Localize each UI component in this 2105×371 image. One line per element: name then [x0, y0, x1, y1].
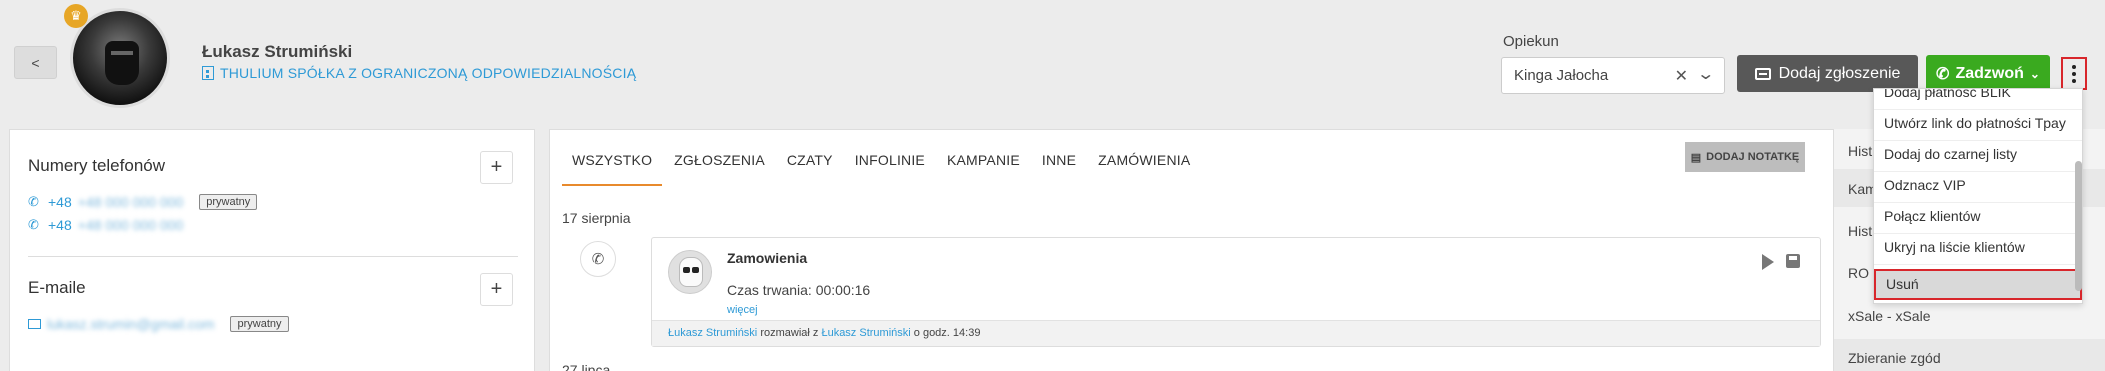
- add-phone-button[interactable]: +: [480, 151, 513, 184]
- phone-prefix: +48: [48, 217, 72, 233]
- phones-title: Numery telefonów: [28, 156, 166, 175]
- tab-other[interactable]: INNE: [1032, 152, 1086, 186]
- phone-prefix: +48: [48, 194, 72, 210]
- call-icon: ✆: [1936, 65, 1950, 83]
- email-address[interactable]: lukasz.strumin@gmail.com: [47, 316, 214, 332]
- side-item[interactable]: RO: [1848, 265, 1869, 281]
- ticket-icon: [1754, 67, 1771, 80]
- tab-chats[interactable]: CZATY: [777, 152, 843, 186]
- tab-all[interactable]: WSZYSTKO: [562, 152, 663, 186]
- crown-icon: ♛: [64, 4, 88, 28]
- event-footer: Łukasz Strumiński rozmawiał z Łukasz Str…: [652, 320, 1820, 346]
- timeline-tabs: WSZYSTKO ZGŁOSZENIA CZATY INFOLINIE KAMP…: [562, 152, 1202, 186]
- add-ticket-label: Dodaj zgłoszenie: [1778, 64, 1901, 82]
- avatar: [668, 250, 712, 294]
- date-heading: 27 lipca: [562, 362, 611, 371]
- play-icon[interactable]: [1762, 254, 1774, 270]
- phone-icon: ✆: [28, 217, 39, 232]
- phone-number[interactable]: +48 000 000 000: [78, 194, 184, 210]
- timeline-event: Zamowienia Czas trwania: 00:00:16 więcej…: [651, 237, 1821, 347]
- menu-item-tpay-link[interactable]: Utwórz link do płatności Tpay: [1874, 110, 2082, 141]
- more-vertical-icon[interactable]: [2061, 57, 2087, 90]
- call-label: Zadzwoń: [1955, 64, 2024, 82]
- tab-campaigns[interactable]: KAMPANIE: [937, 152, 1030, 186]
- date-heading: 17 sierpnia: [562, 210, 631, 226]
- phone-icon: ✆: [28, 194, 39, 209]
- add-ticket-button[interactable]: Dodaj zgłoszenie: [1737, 55, 1918, 92]
- back-button[interactable]: <: [14, 46, 57, 79]
- event-title: Zamowienia: [727, 250, 808, 266]
- add-note-label: DODAJ NOTATKĘ: [1706, 151, 1800, 163]
- event-footer-text: rozmawiał z: [757, 327, 822, 339]
- note-icon: ▤: [1690, 151, 1702, 164]
- tab-tickets[interactable]: ZGŁOSZENIA: [664, 152, 775, 186]
- divider: [28, 256, 518, 257]
- company-link[interactable]: THULIUM SPÓŁKA Z OGRANICZONĄ ODPOWIEDZIA…: [202, 65, 636, 81]
- event-footer-text: o godz. 14:39: [910, 327, 981, 339]
- event-duration: Czas trwania: 00:00:16: [727, 282, 871, 298]
- phone-tag: prywatny: [199, 194, 258, 210]
- phone-icon: ✆: [580, 241, 616, 277]
- chevron-down-icon[interactable]: ⌄: [1696, 64, 1715, 84]
- opiekun-value: Kinga Jałocha: [1514, 67, 1609, 84]
- menu-item-unmark-vip[interactable]: Odznacz VIP: [1874, 172, 2082, 203]
- event-user-link[interactable]: Łukasz Strumiński: [668, 327, 757, 339]
- menu-item-delete[interactable]: Usuń: [1874, 269, 2082, 300]
- side-item[interactable]: Hist: [1848, 223, 1872, 239]
- menu-item-merge[interactable]: Połącz klientów: [1874, 203, 2082, 234]
- email-tag: prywatny: [230, 316, 289, 332]
- opiekun-select[interactable]: Kinga Jałocha ✕ ⌄: [1501, 57, 1725, 94]
- email-row[interactable]: lukasz.strumin@gmail.com prywatny: [28, 316, 289, 332]
- contact-panel: Numery telefonów + ✆ +48 +48 000 000 000…: [9, 129, 535, 371]
- save-icon[interactable]: [1786, 254, 1800, 268]
- side-item[interactable]: Zbieranie zgód: [1848, 350, 1941, 366]
- event-more-link[interactable]: więcej: [727, 304, 758, 316]
- emails-title: E-maile: [28, 278, 86, 297]
- side-item[interactable]: Hist: [1848, 143, 1872, 159]
- phone-row[interactable]: ✆ +48 +48 000 000 000: [28, 217, 183, 233]
- phone-row[interactable]: ✆ +48 +48 000 000 000 prywatny: [28, 194, 258, 210]
- side-item[interactable]: xSale - xSale: [1848, 308, 1930, 324]
- clear-icon[interactable]: ✕: [1675, 66, 1688, 86]
- chevron-down-icon: ⌄: [2029, 66, 2040, 81]
- timeline-panel: WSZYSTKO ZGŁOSZENIA CZATY INFOLINIE KAMP…: [549, 129, 1837, 371]
- menu-scrollbar[interactable]: [2075, 161, 2082, 291]
- call-button[interactable]: ✆ Zadzwoń ⌄: [1926, 55, 2050, 92]
- contact-name: Łukasz Strumiński: [202, 42, 353, 61]
- more-actions-menu: Dodaj płatność BLIK Utwórz link do płatn…: [1873, 88, 2083, 304]
- phone-number[interactable]: +48 000 000 000: [78, 217, 184, 233]
- building-icon: [202, 66, 214, 80]
- menu-item-blik[interactable]: Dodaj płatność BLIK: [1874, 89, 2082, 110]
- menu-item-hide[interactable]: Ukryj na liście klientów: [1874, 234, 2082, 265]
- menu-item-blacklist[interactable]: Dodaj do czarnej listy: [1874, 141, 2082, 172]
- add-email-button[interactable]: +: [480, 273, 513, 306]
- company-name[interactable]: THULIUM SPÓŁKA Z OGRANICZONĄ ODPOWIEDZIA…: [220, 65, 636, 81]
- tab-orders[interactable]: ZAMÓWIENIA: [1088, 152, 1200, 186]
- opiekun-label: Opiekun: [1503, 33, 1559, 50]
- mail-icon: [28, 319, 41, 329]
- tab-hotlines[interactable]: INFOLINIE: [845, 152, 935, 186]
- event-user-link[interactable]: Łukasz Strumiński: [821, 327, 910, 339]
- add-note-button[interactable]: ▤ DODAJ NOTATKĘ: [1685, 142, 1805, 172]
